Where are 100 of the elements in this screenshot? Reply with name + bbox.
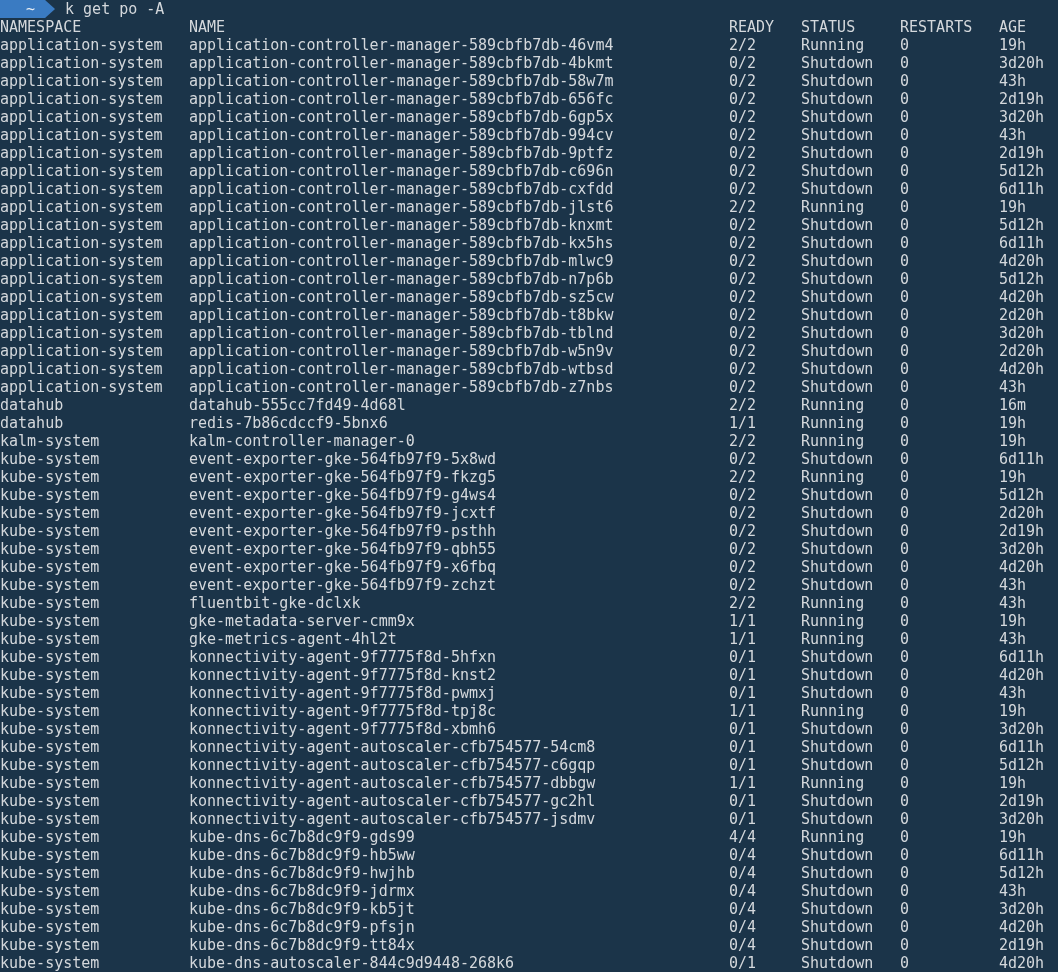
table-cell: Running — [801, 630, 865, 648]
table-cell: Shutdown — [801, 558, 874, 576]
table-cell: 0 — [900, 162, 910, 180]
table-cell: 1/1 — [729, 702, 757, 720]
table-cell: datahub-555cc7fd49-4d68l — [189, 396, 406, 414]
table-cell: kube-system — [0, 738, 100, 756]
table-cell: 0 — [900, 360, 910, 378]
table-cell: 0/2 — [729, 324, 757, 342]
table-cell: kube-system — [0, 594, 100, 612]
table-cell: Shutdown — [801, 306, 874, 324]
table-cell: Running — [801, 702, 865, 720]
table-cell: 16m — [999, 396, 1027, 414]
table-cell: 0 — [900, 540, 910, 558]
table-cell: kube-dns-6c7b8dc9f9-kb5jt — [189, 900, 415, 918]
table-cell: 0 — [900, 270, 910, 288]
table-cell: 19h — [999, 36, 1027, 54]
table-cell: 2/2 — [729, 594, 757, 612]
table-cell: kube-system — [0, 720, 100, 738]
table-cell: application-system — [0, 90, 163, 108]
table-cell: konnectivity-agent-autoscaler-cfb754577-gc2hl — [189, 792, 596, 810]
table-cell: 0/2 — [729, 450, 757, 468]
table-cell: 0/2 — [729, 162, 757, 180]
table-cell: application-controller-manager-589cbfb7db-z7nbs — [189, 378, 614, 396]
table-cell: 0 — [900, 234, 910, 252]
table-cell: 19h — [999, 432, 1027, 450]
table-cell: 5d12h — [999, 756, 1045, 774]
table-cell: 0 — [900, 792, 910, 810]
table-cell: Shutdown — [801, 54, 874, 72]
table-cell: kube-system — [0, 810, 100, 828]
table-cell: kube-system — [0, 522, 100, 540]
table-cell: 6d11h — [999, 234, 1045, 252]
table-cell: kube-system — [0, 576, 100, 594]
table-cell: 0 — [900, 846, 910, 864]
table-cell: Shutdown — [801, 648, 874, 666]
table-cell: Shutdown — [801, 126, 874, 144]
table-cell: 0 — [900, 702, 910, 720]
table-cell: 0/2 — [729, 252, 757, 270]
table-cell: 3d20h — [999, 54, 1045, 72]
table-cell: application-system — [0, 378, 163, 396]
table-cell: Running — [801, 774, 865, 792]
table-cell: 0 — [900, 810, 910, 828]
table-cell: 0/4 — [729, 882, 757, 900]
table-cell: 0 — [900, 576, 910, 594]
table-cell: 4d20h — [999, 666, 1045, 684]
table-cell: 0/2 — [729, 486, 757, 504]
table-cell: 0/2 — [729, 576, 757, 594]
prompt-path-badge: ~ — [0, 0, 56, 18]
table-cell: event-exporter-gke-564fb97f9-qbh55 — [189, 540, 497, 558]
table-cell: 19h — [999, 468, 1027, 486]
table-cell: 6d11h — [999, 450, 1045, 468]
column-header: NAMESPACE — [0, 18, 82, 36]
table-cell: Shutdown — [801, 900, 874, 918]
table-cell: 0/4 — [729, 936, 757, 954]
table-cell: 2d19h — [999, 90, 1045, 108]
table-cell: 0 — [900, 864, 910, 882]
table-cell: 0 — [900, 252, 910, 270]
table-cell: kube-system — [0, 486, 100, 504]
table-cell: 5d12h — [999, 162, 1045, 180]
table-cell: Shutdown — [801, 162, 874, 180]
table-cell: 0/1 — [729, 720, 757, 738]
table-cell: 0 — [900, 774, 910, 792]
command-text: k get po -A — [65, 0, 165, 18]
table-cell: 1/1 — [729, 774, 757, 792]
table-cell: 43h — [999, 594, 1027, 612]
table-cell: 0 — [900, 720, 910, 738]
table-cell: 6d11h — [999, 846, 1045, 864]
table-cell: 2/2 — [729, 432, 757, 450]
table-cell: 0/2 — [729, 216, 757, 234]
table-cell: 0/4 — [729, 864, 757, 882]
table-cell: redis-7b86cdccf9-5bnx6 — [189, 414, 388, 432]
table-cell: Shutdown — [801, 684, 874, 702]
table-cell: kube-system — [0, 918, 100, 936]
table-cell: kube-system — [0, 558, 100, 576]
table-cell: 0 — [900, 450, 910, 468]
table-cell: 0 — [900, 684, 910, 702]
table-cell: application-controller-manager-589cbfb7db-knxmt — [189, 216, 614, 234]
table-cell: kube-dns-6c7b8dc9f9-hb5ww — [189, 846, 415, 864]
table-cell: 0/1 — [729, 954, 757, 972]
table-cell: 43h — [999, 684, 1027, 702]
table-cell: 0 — [900, 72, 910, 90]
table-cell: 0/1 — [729, 648, 757, 666]
table-cell: konnectivity-agent-9f7775f8d-xbmh6 — [189, 720, 497, 738]
table-cell: Running — [801, 828, 865, 846]
table-cell: 19h — [999, 414, 1027, 432]
table-cell: 0 — [900, 198, 910, 216]
table-cell: Running — [801, 198, 865, 216]
table-cell: application-system — [0, 54, 163, 72]
table-cell: 0 — [900, 468, 910, 486]
table-cell: 43h — [999, 576, 1027, 594]
table-cell: datahub — [0, 414, 64, 432]
table-cell: 0/1 — [729, 810, 757, 828]
table-cell: 0 — [900, 144, 910, 162]
table-cell: 0/1 — [729, 684, 757, 702]
table-cell: 2/2 — [729, 468, 757, 486]
table-cell: konnectivity-agent-autoscaler-cfb754577-54cm8 — [189, 738, 596, 756]
table-cell: konnectivity-agent-9f7775f8d-5hfxn — [189, 648, 497, 666]
table-cell: 2d19h — [999, 792, 1045, 810]
table-cell: event-exporter-gke-564fb97f9-zchzt — [189, 576, 497, 594]
table-cell: 0/2 — [729, 342, 757, 360]
table-cell: kube-dns-6c7b8dc9f9-jdrmx — [189, 882, 415, 900]
